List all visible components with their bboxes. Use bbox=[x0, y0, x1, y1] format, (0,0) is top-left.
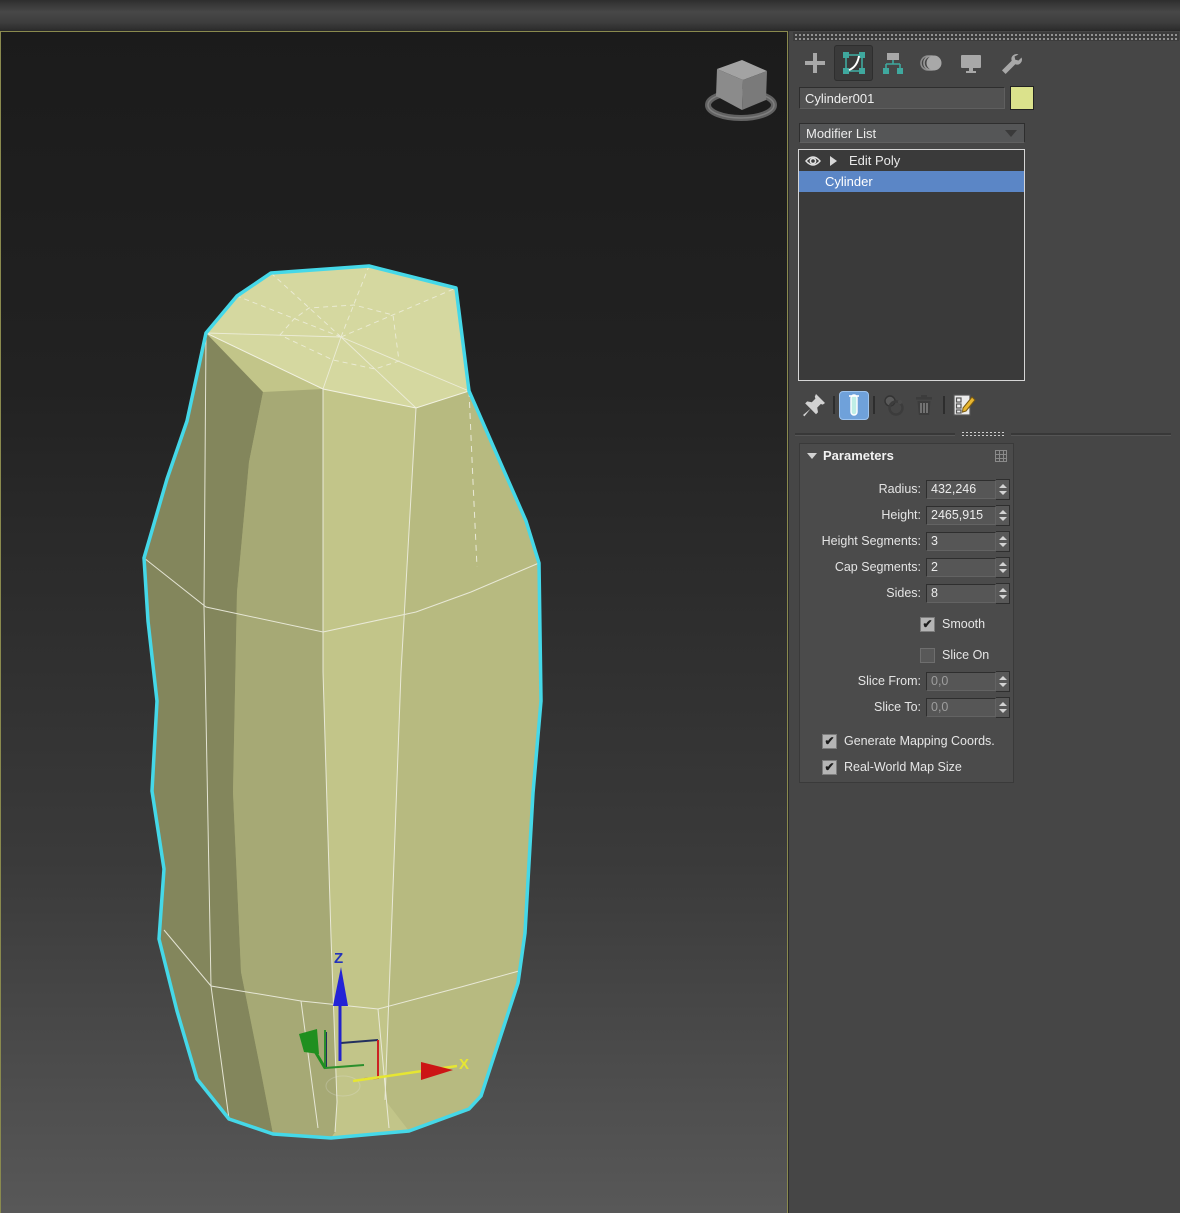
real-world-checkbox[interactable]: ✔ bbox=[822, 760, 837, 775]
smooth-label: Smooth bbox=[942, 617, 985, 631]
cap-segments-row: Cap Segments: 2 bbox=[800, 554, 1013, 580]
generate-mapping-label: Generate Mapping Coords. bbox=[844, 734, 995, 748]
modifier-stack: Edit Poly Cylinder bbox=[798, 149, 1025, 381]
height-field[interactable]: 2465,915 bbox=[926, 506, 996, 525]
cap-segments-spinner[interactable] bbox=[996, 557, 1010, 578]
splitter-grip-icon bbox=[961, 431, 1005, 437]
toolbar-separator bbox=[943, 396, 945, 414]
stack-item-cylinder[interactable]: Cylinder bbox=[799, 171, 1024, 192]
height-spinner[interactable] bbox=[996, 505, 1010, 526]
height-row: Height: 2465,915 bbox=[800, 502, 1013, 528]
main-toolbar bbox=[0, 0, 1180, 30]
modifier-list-dropdown[interactable]: Modifier List bbox=[799, 123, 1025, 143]
rollout-title: Parameters bbox=[823, 448, 894, 463]
stack-toolbar bbox=[799, 389, 1037, 421]
radius-row: Radius: 432,246 bbox=[800, 476, 1013, 502]
height-segments-field[interactable]: 3 bbox=[926, 532, 996, 551]
visibility-eye-icon[interactable] bbox=[805, 155, 821, 167]
command-panel: Modifier List Edit Poly Cylinder bbox=[789, 31, 1180, 1213]
slice-from-field[interactable]: 0,0 bbox=[926, 672, 996, 691]
test-tube-icon bbox=[843, 393, 865, 417]
slice-from-label: Slice From: bbox=[800, 674, 926, 688]
stack-item-edit-poly[interactable]: Edit Poly bbox=[799, 150, 1024, 171]
height-segments-label: Height Segments: bbox=[800, 534, 926, 548]
panel-splitter[interactable] bbox=[795, 430, 1171, 438]
slice-to-spinner[interactable] bbox=[996, 697, 1010, 718]
radius-label: Radius: bbox=[800, 482, 926, 496]
parameters-rollout: Parameters Radius: 432,246 Height: 2465,… bbox=[799, 443, 1014, 783]
sides-spinner[interactable] bbox=[996, 583, 1010, 604]
panel-drag-handle[interactable] bbox=[793, 32, 1179, 41]
chevron-down-icon bbox=[1005, 130, 1017, 137]
radius-spinner[interactable] bbox=[996, 479, 1010, 500]
tab-utilities[interactable] bbox=[990, 45, 1029, 81]
wrench-icon bbox=[997, 50, 1023, 76]
parameters-rollout-header[interactable]: Parameters bbox=[800, 444, 1013, 467]
make-unique-button[interactable] bbox=[879, 390, 909, 420]
toolbar-separator bbox=[833, 396, 835, 414]
configure-modifier-sets-button[interactable] bbox=[949, 390, 979, 420]
stack-item-label: Edit Poly bbox=[849, 153, 900, 168]
expand-arrow-icon[interactable] bbox=[830, 156, 837, 166]
pin-stack-button[interactable] bbox=[799, 390, 829, 420]
tab-display[interactable] bbox=[951, 45, 990, 81]
smooth-row: ✔ Smooth bbox=[800, 611, 1013, 637]
tab-hierarchy[interactable] bbox=[873, 45, 912, 81]
height-label: Height: bbox=[800, 508, 926, 522]
slice-to-label: Slice To: bbox=[800, 700, 926, 714]
app-window: X Z bbox=[0, 0, 1180, 1213]
plus-icon bbox=[802, 50, 828, 76]
generate-mapping-checkbox[interactable]: ✔ bbox=[822, 734, 837, 749]
command-panel-tabs bbox=[795, 44, 1029, 82]
radius-field[interactable]: 432,246 bbox=[926, 480, 996, 499]
slice-from-spinner[interactable] bbox=[996, 671, 1010, 692]
sides-label: Sides: bbox=[800, 586, 926, 600]
slice-to-field[interactable]: 0,0 bbox=[926, 698, 996, 717]
real-world-label: Real-World Map Size bbox=[844, 760, 962, 774]
sides-row: Sides: 8 bbox=[800, 580, 1013, 606]
tab-create[interactable] bbox=[795, 45, 834, 81]
toolbar-separator bbox=[873, 396, 875, 414]
cylinder-object[interactable] bbox=[144, 266, 541, 1138]
cap-segments-field[interactable]: 2 bbox=[926, 558, 996, 577]
pin-icon bbox=[801, 392, 827, 418]
modify-icon bbox=[841, 50, 867, 76]
height-segments-spinner[interactable] bbox=[996, 531, 1010, 552]
viewcube[interactable] bbox=[708, 60, 774, 118]
tab-motion[interactable] bbox=[912, 45, 951, 81]
smooth-checkbox[interactable]: ✔ bbox=[920, 617, 935, 632]
slice-to-row: Slice To: 0,0 bbox=[800, 694, 1013, 720]
cap-segments-label: Cap Segments: bbox=[800, 560, 926, 574]
motion-icon bbox=[919, 50, 945, 76]
scene-svg: X Z bbox=[1, 32, 787, 1213]
show-end-result-button[interactable] bbox=[839, 391, 869, 420]
slice-from-row: Slice From: 0,0 bbox=[800, 668, 1013, 694]
collapse-arrow-icon bbox=[807, 453, 817, 459]
real-world-row: ✔ Real-World Map Size bbox=[800, 754, 1013, 780]
remove-modifier-button[interactable] bbox=[909, 390, 939, 420]
x-axis-label: X bbox=[459, 1056, 469, 1073]
rollout-grid-icon bbox=[995, 450, 1007, 462]
slice-on-checkbox[interactable] bbox=[920, 648, 935, 663]
slice-on-label: Slice On bbox=[942, 648, 989, 662]
configure-sets-icon bbox=[951, 392, 977, 418]
modifier-list-label: Modifier List bbox=[806, 126, 876, 141]
object-color-swatch[interactable] bbox=[1010, 86, 1034, 110]
z-axis-label: Z bbox=[334, 950, 343, 967]
stack-item-label: Cylinder bbox=[825, 174, 873, 189]
tab-modify[interactable] bbox=[834, 45, 873, 81]
hierarchy-icon bbox=[880, 50, 906, 76]
display-icon bbox=[958, 50, 984, 76]
viewport[interactable]: X Z bbox=[0, 31, 788, 1213]
generate-mapping-row: ✔ Generate Mapping Coords. bbox=[800, 728, 1013, 754]
trash-icon bbox=[911, 392, 937, 418]
object-name-row bbox=[799, 86, 1037, 110]
height-segments-row: Height Segments: 3 bbox=[800, 528, 1013, 554]
sides-field[interactable]: 8 bbox=[926, 584, 996, 603]
slice-on-row: Slice On bbox=[800, 642, 1013, 668]
make-unique-icon bbox=[881, 392, 907, 418]
object-name-field[interactable] bbox=[799, 87, 1005, 109]
